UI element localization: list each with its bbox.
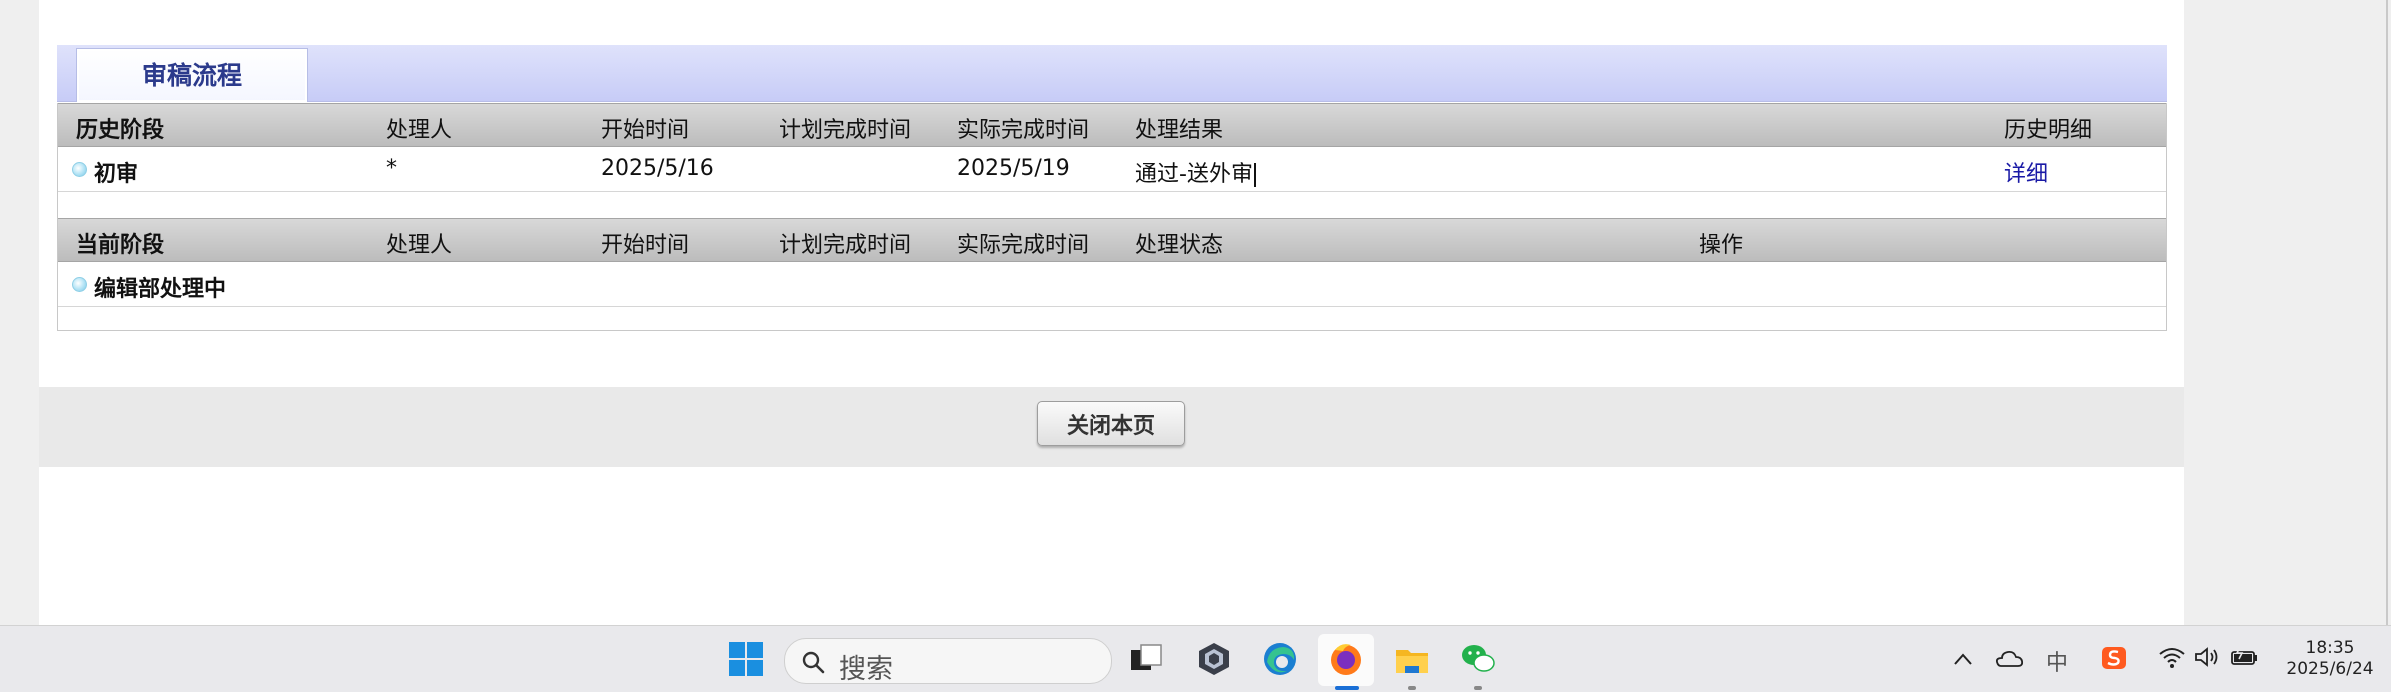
actual-time-cell: 2025/5/19 [957,156,1070,181]
onedrive-cloud-icon[interactable] [1994,647,2024,669]
taskbar: 搜索 中 18:35 2025/6/24 [0,625,2391,692]
volume-icon[interactable] [2193,645,2221,669]
col-planned-time: 计划完成时间 [779,118,912,143]
current-table-header: 当前阶段 处理人 开始时间 计划完成时间 实际完成时间 处理状态 操作 [58,218,2166,262]
battery-icon[interactable] [2230,645,2260,669]
clock[interactable]: 18:35 2025/6/24 [2280,638,2380,680]
search-placeholder: 搜索 [839,654,893,685]
col-start-time: 开始时间 [601,233,690,258]
col-history-detail: 历史明细 [2004,118,2093,143]
bullet-icon [72,162,87,177]
clock-time: 18:35 [2305,638,2355,658]
wechat-running-indicator [1474,686,1482,690]
start-time-cell: 2025/5/16 [601,156,714,181]
explorer-running-indicator [1408,686,1416,690]
ime-icon[interactable]: 中 [2046,645,2068,677]
history-table-header: 历史阶段 处理人 开始时间 计划完成时间 实际完成时间 处理结果 历史明细 [58,103,2166,147]
tab-review-process[interactable]: 审稿流程 [76,48,308,102]
col-planned-time: 计划完成时间 [779,233,912,258]
scrollbar-track[interactable] [2386,0,2388,625]
firefox-active-indicator [1335,686,1359,690]
sogou-icon[interactable] [2100,645,2128,671]
spacer-row [58,192,2166,218]
table-row: 编辑部处理中 [58,262,2166,307]
search-icon [802,651,825,674]
firefox-icon[interactable] [1327,640,1365,678]
file-explorer-icon[interactable] [1393,640,1431,678]
table-row: 初审 * 2025/5/16 2025/5/19 通过-送外审 详细 [58,147,2166,192]
app-cube-icon[interactable] [1195,640,1233,678]
col-handler: 处理人 [386,118,453,143]
text-caret [1253,163,1256,187]
col-actual-time: 实际完成时间 [957,118,1090,143]
clock-date: 2025/6/24 [2286,659,2374,679]
col-history-stage: 历史阶段 [76,118,165,143]
detail-link[interactable]: 详细 [2004,156,2048,188]
windows-start-icon[interactable] [727,640,765,678]
tab-strip [57,45,2167,102]
chevron-up-icon[interactable] [1952,650,1974,668]
task-view-icon[interactable] [1127,640,1165,678]
col-current-stage: 当前阶段 [76,233,165,258]
bullet-icon [72,277,87,292]
col-handler: 处理人 [386,233,453,258]
col-result: 处理结果 [1135,118,1224,143]
wifi-icon[interactable] [2158,645,2186,669]
handler-cell: * [386,156,397,181]
col-action: 操作 [1699,233,1744,258]
result-text: 通过-送外审 [1135,162,1253,187]
result-cell: 通过-送外审 [1135,156,1256,188]
history-table: 历史阶段 处理人 开始时间 计划完成时间 实际完成时间 处理结果 历史明细 初审… [57,103,2167,331]
current-stage-cell: 编辑部处理中 [94,277,227,302]
edge-icon[interactable] [1261,640,1299,678]
taskbar-search-input[interactable]: 搜索 [784,638,1112,685]
close-page-button[interactable]: 关闭本页 [1037,401,1185,446]
col-start-time: 开始时间 [601,118,690,143]
wechat-icon[interactable] [1459,640,1497,678]
right-gutter [2184,0,2391,625]
stage-cell: 初审 [94,162,139,187]
col-status: 处理状态 [1135,233,1224,258]
col-actual-time: 实际完成时间 [957,233,1090,258]
